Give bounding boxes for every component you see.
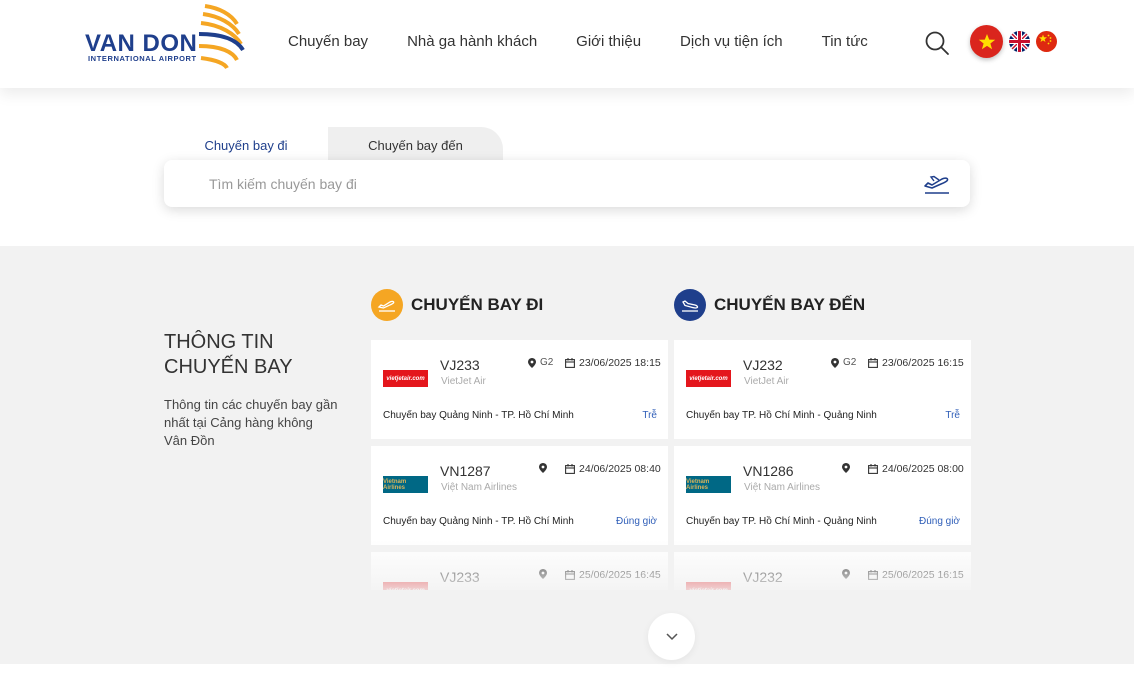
calendar-icon bbox=[868, 570, 878, 580]
location-pin-icon bbox=[842, 463, 850, 473]
gate-value: G2 bbox=[540, 357, 554, 368]
flight-number: VJ232 bbox=[743, 357, 783, 373]
vietjet-logo: vietjetair.com bbox=[686, 582, 731, 590]
calendar-icon bbox=[565, 358, 575, 368]
nav-item-terminal[interactable]: Nhà ga hành khách bbox=[407, 33, 537, 50]
flight-card[interactable]: vietjetair.com VJ232 VietJet Air G2 23/0… bbox=[674, 340, 971, 439]
flight-info-section: THÔNG TIN CHUYẾN BAY Thông tin các chuyế… bbox=[0, 246, 1134, 664]
vietjet-logo: vietjetair.com bbox=[686, 370, 731, 387]
flight-datetime: 24/06/2025 08:00 bbox=[868, 463, 964, 475]
nav-item-flights[interactable]: Chuyến bay bbox=[288, 33, 368, 50]
datetime-value: 24/06/2025 08:00 bbox=[882, 463, 964, 475]
chevron-down-icon bbox=[665, 633, 678, 641]
logo-subtitle: INTERNATIONAL AIRPORT bbox=[88, 54, 197, 63]
flight-number: VN1286 bbox=[743, 463, 794, 479]
section-description: Thông tin các chuyến bay gần nhất tại Cả… bbox=[164, 397, 338, 448]
departures-header: CHUYẾN BAY ĐI bbox=[371, 289, 543, 321]
vietnam-airlines-logo: Vietnam Airlines bbox=[383, 476, 428, 493]
datetime-value: 25/06/2025 16:45 bbox=[579, 569, 661, 581]
flight-number: VJ233 bbox=[440, 357, 480, 373]
flight-card[interactable]: vietjetair.com VJ233 VietJet Air G2 23/0… bbox=[371, 340, 668, 439]
language-en-flag-icon[interactable] bbox=[1009, 31, 1030, 52]
flight-route: Chuyến bay TP. Hồ Chí Minh - Quảng Ninh bbox=[686, 516, 877, 527]
flight-card[interactable]: Vietnam Airlines VN1286 Việt Nam Airline… bbox=[674, 446, 971, 545]
search-icon[interactable] bbox=[924, 30, 950, 56]
arrival-plane-icon bbox=[674, 289, 706, 321]
site-header: VAN DON INTERNATIONAL AIRPORT Chuyến bay… bbox=[0, 0, 1134, 88]
arrivals-header: CHUYẾN BAY ĐẾN bbox=[674, 289, 865, 321]
airline-name: Việt Nam Airlines bbox=[744, 482, 820, 493]
flight-status: Đúng giờ bbox=[918, 516, 960, 527]
vietjet-logo: vietjetair.com bbox=[383, 582, 428, 590]
gate-info: G2 bbox=[831, 357, 856, 368]
flight-datetime: 24/06/2025 08:40 bbox=[565, 463, 661, 475]
tab-departures[interactable]: Chuyến bay đi bbox=[164, 127, 328, 163]
flight-datetime: 25/06/2025 16:15 bbox=[868, 569, 964, 581]
tab-arrivals[interactable]: Chuyến bay đến bbox=[328, 127, 503, 163]
departures-title: CHUYẾN BAY ĐI bbox=[411, 295, 544, 314]
flight-datetime: 23/06/2025 18:15 bbox=[565, 357, 661, 369]
datetime-value: 24/06/2025 08:40 bbox=[579, 463, 661, 475]
airline-name: VietJet Air bbox=[744, 376, 789, 387]
flight-route: Chuyến bay Quảng Ninh - TP. Hồ Chí Minh bbox=[383, 410, 574, 421]
flight-number: VN1287 bbox=[440, 463, 491, 479]
logo-wing-icon bbox=[198, 4, 245, 70]
section-title: THÔNG TIN CHUYẾN BAY bbox=[164, 331, 293, 378]
departures-list[interactable]: vietjetair.com VJ233 VietJet Air G2 23/0… bbox=[371, 340, 668, 590]
flight-card[interactable]: Vietnam Airlines VN1287 Việt Nam Airline… bbox=[371, 446, 668, 545]
calendar-icon bbox=[868, 358, 878, 368]
departure-plane-icon bbox=[371, 289, 403, 321]
show-more-button[interactable] bbox=[648, 613, 695, 660]
flight-search-box bbox=[164, 160, 970, 207]
flight-status: Trễ bbox=[642, 410, 657, 421]
nav-item-services[interactable]: Dịch vụ tiện ích bbox=[680, 33, 783, 50]
datetime-value: 23/06/2025 18:15 bbox=[579, 357, 661, 369]
main-nav: Chuyến bay Nhà ga hành khách Giới thiệu … bbox=[288, 33, 907, 50]
flight-number: VJ232 bbox=[743, 569, 783, 585]
calendar-icon bbox=[565, 464, 575, 474]
nav-item-about[interactable]: Giới thiệu bbox=[576, 33, 641, 50]
language-zh-flag-icon[interactable] bbox=[1036, 31, 1057, 52]
flight-route: Chuyến bay Quảng Ninh - TP. Hồ Chí Minh bbox=[383, 516, 574, 527]
gate-info bbox=[842, 569, 850, 579]
location-pin-icon bbox=[831, 357, 839, 368]
location-pin-icon bbox=[539, 463, 547, 473]
flight-card[interactable]: vietjetair.com VJ233 25/06/2025 16:45 bbox=[371, 552, 668, 590]
flight-status: Đúng giờ bbox=[615, 516, 657, 527]
gate-info: G2 bbox=[528, 357, 553, 368]
flight-status: Trễ bbox=[945, 410, 960, 421]
flight-datetime: 23/06/2025 16:15 bbox=[868, 357, 964, 369]
arrivals-title: CHUYẾN BAY ĐẾN bbox=[714, 295, 866, 314]
datetime-value: 25/06/2025 16:15 bbox=[882, 569, 964, 581]
nav-item-news[interactable]: Tin tức bbox=[822, 33, 868, 50]
arrivals-list[interactable]: vietjetair.com VJ232 VietJet Air G2 23/0… bbox=[674, 340, 971, 590]
flight-route: Chuyến bay TP. Hồ Chí Minh - Quảng Ninh bbox=[686, 410, 877, 421]
location-pin-icon bbox=[539, 569, 547, 579]
location-pin-icon bbox=[842, 569, 850, 579]
datetime-value: 23/06/2025 16:15 bbox=[882, 357, 964, 369]
gate-info bbox=[539, 463, 547, 473]
vietnam-airlines-logo: Vietnam Airlines bbox=[686, 476, 731, 493]
flight-datetime: 25/06/2025 16:45 bbox=[565, 569, 661, 581]
gate-info bbox=[842, 463, 850, 473]
airline-name: Việt Nam Airlines bbox=[441, 482, 517, 493]
flight-number: VJ233 bbox=[440, 569, 480, 585]
airport-logo[interactable]: VAN DON INTERNATIONAL AIRPORT bbox=[85, 4, 250, 70]
plane-takeoff-icon[interactable] bbox=[922, 172, 952, 196]
language-vi-flag-icon[interactable] bbox=[970, 25, 1003, 58]
calendar-icon bbox=[868, 464, 878, 474]
gate-info bbox=[539, 569, 547, 579]
airline-name: VietJet Air bbox=[441, 376, 486, 387]
flight-card[interactable]: vietjetair.com VJ232 25/06/2025 16:15 bbox=[674, 552, 971, 590]
location-pin-icon bbox=[528, 357, 536, 368]
flight-search-input[interactable] bbox=[209, 160, 909, 207]
gate-value: G2 bbox=[843, 357, 857, 368]
vietjet-logo: vietjetair.com bbox=[383, 370, 428, 387]
calendar-icon bbox=[565, 570, 575, 580]
